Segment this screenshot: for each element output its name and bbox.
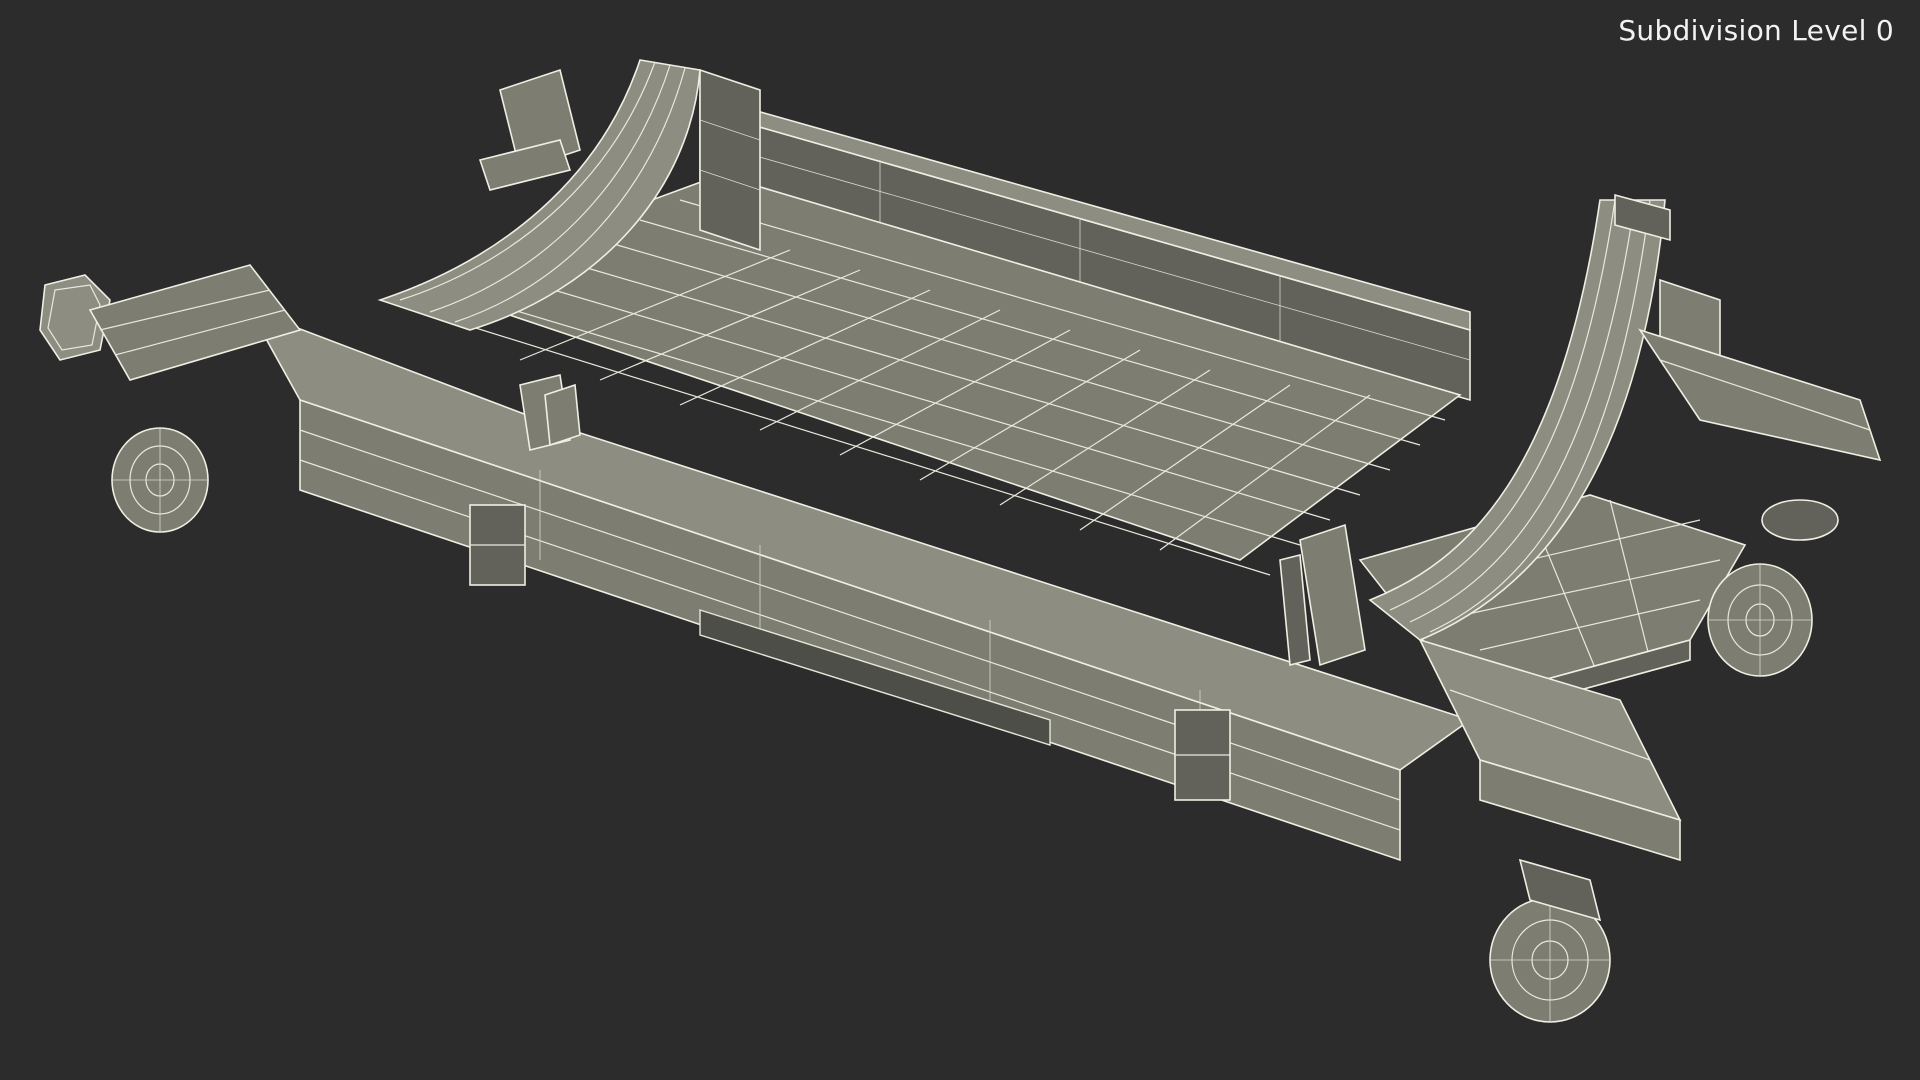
tow-bar — [39, 264, 302, 381]
subdivision-level-label: Subdivision Level 0 — [1618, 14, 1894, 47]
wheel-rear-right — [1707, 499, 1839, 677]
wheel-front-right — [1489, 858, 1611, 1023]
3d-viewport[interactable]: Subdivision Level 0 — [0, 0, 1920, 1080]
wheel-front-left — [111, 427, 209, 533]
wireframe-cart-model — [39, 59, 1882, 1023]
